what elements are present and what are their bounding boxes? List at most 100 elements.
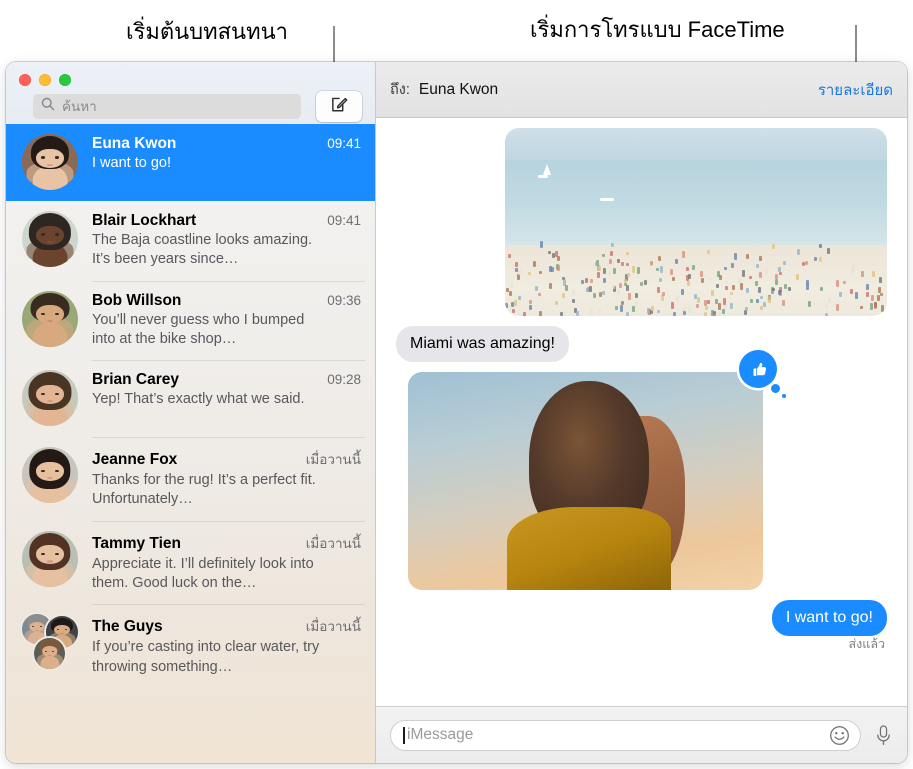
imessage-input[interactable]: iMessage bbox=[390, 720, 861, 751]
beach-person bbox=[782, 300, 785, 306]
beach-person bbox=[670, 269, 673, 274]
smiley-face-icon[interactable] bbox=[829, 725, 850, 746]
beach-person bbox=[860, 306, 863, 309]
beach-person bbox=[628, 293, 631, 300]
beach-person bbox=[744, 310, 747, 315]
beach-person bbox=[602, 291, 605, 295]
beach-person bbox=[738, 277, 741, 283]
conversation-row-jeanne-fox[interactable]: Jeanne Foxเมื่อวานนี้Thanks for the rug!… bbox=[6, 437, 375, 521]
photo-message-portrait[interactable] bbox=[408, 372, 763, 590]
conversation-row-euna-kwon[interactable]: Euna Kwon09:41I want to go! bbox=[6, 124, 375, 201]
beach-person bbox=[613, 268, 616, 274]
beach-person bbox=[612, 284, 615, 289]
beach-person bbox=[647, 308, 650, 314]
beach-person bbox=[730, 292, 733, 295]
conversation-list[interactable]: Euna Kwon09:41I want to go! Blair Lockha… bbox=[6, 124, 375, 763]
beach-person bbox=[707, 250, 710, 254]
beach-person bbox=[851, 269, 854, 275]
conversation-preview: You’ll never guess who I bumped into at … bbox=[92, 311, 330, 350]
beach-person bbox=[515, 262, 518, 267]
search-input[interactable]: ค้นหา bbox=[33, 94, 301, 119]
conversation-timestamp: 09:41 bbox=[327, 136, 361, 151]
beach-person bbox=[843, 281, 846, 284]
conversation-body: The Guysเมื่อวานนี้If you’re casting int… bbox=[92, 614, 361, 677]
compose-new-message-button[interactable] bbox=[316, 91, 362, 122]
beach-person bbox=[752, 244, 755, 247]
beach-person bbox=[772, 288, 775, 291]
beach-person bbox=[700, 271, 703, 277]
details-link[interactable]: รายละเอียด bbox=[818, 78, 893, 102]
message-bubble-incoming[interactable]: Miami was amazing! bbox=[396, 326, 569, 362]
beach-person bbox=[651, 306, 654, 311]
beach-person bbox=[745, 307, 748, 310]
conversation-name: Blair Lockhart bbox=[92, 212, 196, 230]
beach-person bbox=[756, 264, 759, 269]
callout-start-facetime: เริ่มการโทรแบบ FaceTime bbox=[530, 12, 785, 47]
beach-person bbox=[704, 312, 707, 316]
beach-person bbox=[676, 295, 679, 301]
avatar-image bbox=[22, 447, 78, 503]
imessage-placeholder: iMessage bbox=[407, 726, 829, 744]
beach-person bbox=[598, 266, 601, 271]
avatar bbox=[22, 370, 78, 426]
beach-person bbox=[512, 309, 515, 313]
beach-person bbox=[756, 299, 759, 302]
beach-person bbox=[538, 293, 541, 296]
beach-sky bbox=[505, 128, 887, 162]
beach-person bbox=[819, 257, 822, 261]
beach-person bbox=[870, 303, 873, 310]
beach-person bbox=[555, 301, 558, 305]
beach-person bbox=[572, 290, 575, 295]
beach-person bbox=[806, 280, 809, 285]
recipient-field[interactable]: Euna Kwon bbox=[419, 81, 498, 99]
close-button[interactable] bbox=[19, 74, 31, 86]
message-thread-pane: ถึง: Euna Kwon รายละเอียด bbox=[375, 62, 907, 763]
beach-person bbox=[697, 297, 700, 304]
message-input-bar: iMessage bbox=[376, 706, 907, 763]
beach-person bbox=[673, 312, 676, 316]
microphone-icon[interactable] bbox=[874, 724, 893, 747]
conversation-row-brian-carey[interactable]: Brian Carey09:28Yep! That’s exactly what… bbox=[6, 360, 375, 437]
beach-person bbox=[682, 251, 685, 257]
beach-person bbox=[608, 271, 611, 275]
beach-person bbox=[750, 299, 753, 303]
message-row bbox=[396, 128, 887, 316]
beach-person bbox=[610, 251, 613, 256]
message-row bbox=[396, 372, 887, 590]
avatar-image bbox=[22, 211, 78, 267]
beach-person bbox=[657, 287, 660, 292]
beach-person bbox=[855, 292, 858, 298]
beach-person bbox=[662, 292, 665, 296]
beach-person bbox=[552, 253, 555, 258]
beach-person bbox=[617, 290, 620, 295]
conversation-row-tammy-tien[interactable]: Tammy Tienเมื่อวานนี้Appreciate it. I’ll… bbox=[6, 521, 375, 605]
beach-person bbox=[722, 309, 725, 314]
beach-person bbox=[763, 302, 766, 307]
photo-message-beach[interactable] bbox=[505, 128, 887, 316]
beach-person bbox=[797, 249, 800, 255]
beach-person bbox=[585, 278, 588, 283]
beach-person bbox=[624, 283, 627, 286]
beach-person bbox=[626, 263, 629, 266]
beach-person bbox=[549, 266, 552, 272]
conversation-body: Jeanne Foxเมื่อวานนี้Thanks for the rug!… bbox=[92, 447, 361, 510]
beach-person bbox=[589, 286, 592, 291]
beach-person bbox=[627, 273, 630, 277]
zoom-button[interactable] bbox=[59, 74, 71, 86]
conversation-row-the-guys[interactable]: The Guysเมื่อวานนี้If you’re casting int… bbox=[6, 604, 375, 688]
beach-person bbox=[581, 280, 584, 284]
conversation-header-line: Jeanne Foxเมื่อวานนี้ bbox=[92, 448, 361, 470]
thread-header: ถึง: Euna Kwon รายละเอียด bbox=[376, 62, 907, 118]
minimize-button[interactable] bbox=[39, 74, 51, 86]
thumbs-up-icon[interactable] bbox=[739, 350, 777, 388]
conversation-row-bob-willson[interactable]: Bob Willson09:36You’ll never guess who I… bbox=[6, 281, 375, 361]
conversation-row-blair-lockhart[interactable]: Blair Lockhart09:41The Baja coastline lo… bbox=[6, 201, 375, 281]
beach-person bbox=[539, 311, 542, 316]
message-bubble-outgoing[interactable]: I want to go! bbox=[772, 600, 887, 636]
beach-person bbox=[788, 287, 791, 291]
conversation-body: Euna Kwon09:41I want to go! bbox=[92, 134, 361, 173]
beach-person bbox=[617, 259, 620, 262]
conversation-timestamp: เมื่อวานนี้ bbox=[306, 615, 361, 637]
beach-person bbox=[719, 275, 722, 279]
beach-person bbox=[562, 293, 565, 298]
